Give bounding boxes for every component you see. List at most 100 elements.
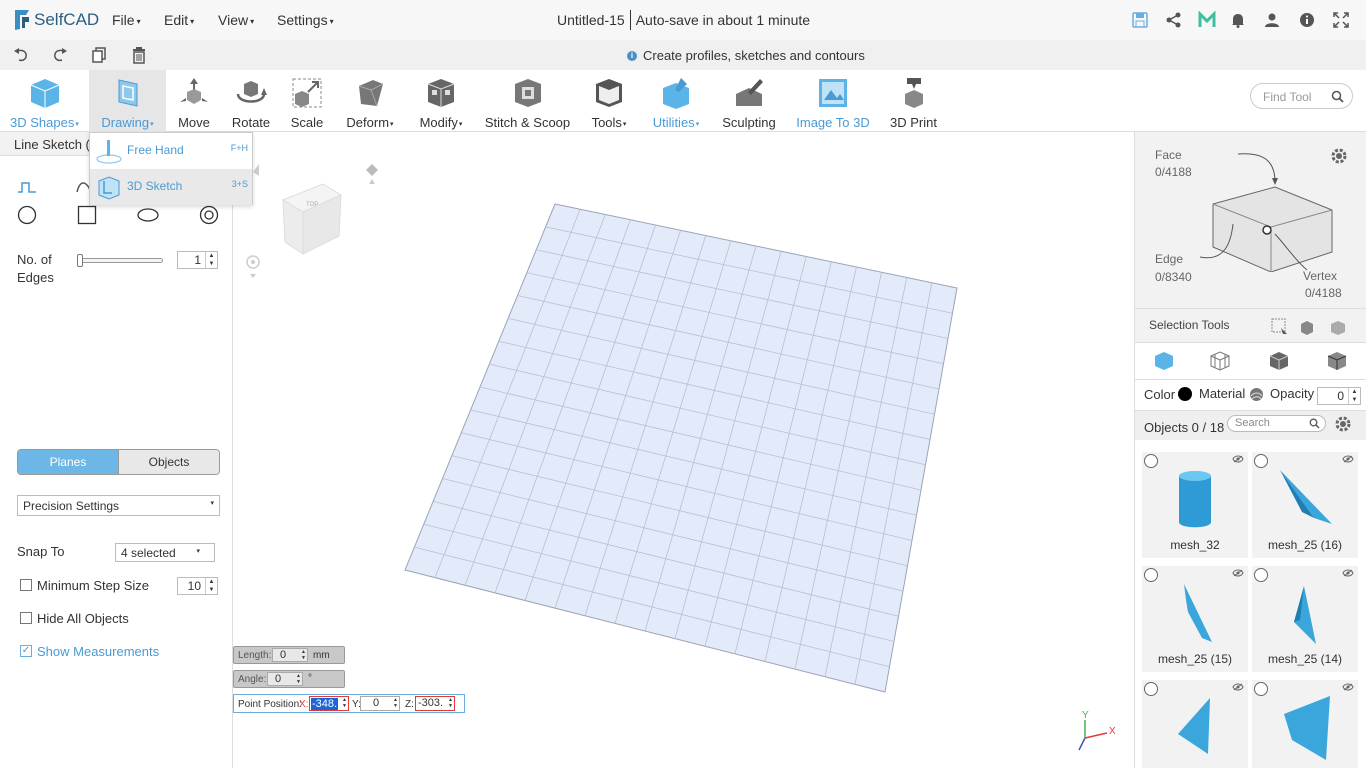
menu-item-3d-sketch[interactable]: 3D Sketch 3+S: [90, 169, 252, 205]
tool-sculpting[interactable]: Sculpting: [713, 70, 785, 132]
edges-slider[interactable]: [77, 254, 163, 267]
document-title[interactable]: Untitled-15: [557, 12, 625, 32]
help-info-icon[interactable]: [1298, 11, 1316, 29]
planes-button[interactable]: Planes: [18, 450, 118, 474]
ring-shape-icon[interactable]: [199, 205, 219, 225]
menu-view[interactable]: View ▾: [218, 12, 254, 28]
tool-rotate[interactable]: Rotate: [222, 70, 280, 132]
ellipse-shape-icon[interactable]: [137, 207, 159, 223]
tool-tools[interactable]: Tools▾: [579, 70, 639, 132]
face-label[interactable]: Face: [1155, 148, 1182, 162]
precision-settings-dropdown[interactable]: Precision Settings ▾: [17, 495, 220, 516]
hint-text: Create profiles, sketches and contours: [643, 48, 865, 63]
visibility-eye-icon[interactable]: [1342, 455, 1354, 463]
tools-icon: [596, 79, 622, 107]
min-step-stepper[interactable]: 10 ▲ ▼: [177, 577, 218, 595]
visibility-eye-icon[interactable]: [1232, 455, 1244, 463]
menu-item-free-hand[interactable]: Free Hand F+H: [90, 133, 252, 169]
selection-settings-gear-icon[interactable]: [1329, 146, 1349, 166]
edges-label-line2: Edges: [17, 270, 54, 285]
tool-utilities[interactable]: Utilities▾: [639, 70, 713, 132]
object-select-radio[interactable]: [1254, 454, 1268, 468]
sketch-grid-plane[interactable]: [404, 203, 958, 693]
wireframe-mode-icon[interactable]: [1209, 350, 1231, 372]
tool-drawing[interactable]: Drawing▾: [89, 70, 166, 132]
tool-3d-shapes[interactable]: 3D Shapes▾: [0, 70, 89, 132]
tool-modify[interactable]: Modify▾: [406, 70, 476, 132]
visibility-eye-icon[interactable]: [1342, 683, 1354, 691]
object-card[interactable]: [1252, 680, 1358, 768]
object-select-radio[interactable]: [1144, 454, 1158, 468]
find-tool-input[interactable]: Find Tool: [1250, 83, 1353, 109]
tool-scale[interactable]: Scale: [280, 70, 334, 132]
3d-viewport[interactable]: TOP Y X Length: 0 ▲ ▼ mm Angle: 0 ▲ ▼ ° …: [233, 132, 1134, 768]
menu-file[interactable]: File ▾: [112, 12, 141, 28]
length-input[interactable]: 0 ▲ ▼: [272, 648, 308, 662]
angle-input[interactable]: 0 ▲ ▼: [267, 672, 303, 686]
object-card-mesh-25-16[interactable]: mesh_25 (16): [1252, 452, 1358, 558]
hide-all-objects-checkbox[interactable]: [20, 612, 32, 624]
objects-search-input[interactable]: Search: [1227, 415, 1326, 432]
edge-label[interactable]: Edge: [1155, 252, 1183, 266]
circle-shape-icon[interactable]: [17, 205, 37, 225]
tool-move[interactable]: Move: [166, 70, 222, 132]
object-card-mesh-25-14[interactable]: mesh_25 (14): [1252, 566, 1358, 672]
edge-mode-icon[interactable]: [1326, 350, 1348, 372]
y-position-input[interactable]: 0 ▲ ▼: [360, 696, 400, 711]
view-cube[interactable]: TOP: [281, 183, 343, 255]
grid-plane-surface[interactable]: [404, 203, 958, 693]
app-logo[interactable]: SelfCAD: [12, 8, 99, 32]
edges-slider-handle[interactable]: [77, 254, 83, 267]
undo-icon[interactable]: [13, 46, 29, 64]
z-position-input[interactable]: -303. ▲ ▼: [415, 696, 455, 711]
edges-stepper[interactable]: 1 ▲ ▼: [177, 251, 218, 269]
navigate-icon[interactable]: [366, 164, 378, 184]
object-card-mesh-32[interactable]: mesh_32: [1142, 452, 1248, 558]
square-shape-icon[interactable]: [77, 205, 97, 225]
visibility-eye-icon[interactable]: [1342, 569, 1354, 577]
tool-3d-print[interactable]: 3D Print: [881, 70, 946, 132]
object-card[interactable]: [1142, 680, 1248, 768]
trash-icon[interactable]: [131, 46, 147, 64]
notifications-bell-icon[interactable]: [1229, 11, 1247, 29]
object-mode-cube-icon[interactable]: [1153, 350, 1175, 372]
opacity-stepper[interactable]: 0 ▲ ▼: [1317, 387, 1361, 405]
fullscreen-icon[interactable]: [1332, 11, 1350, 29]
menu-settings[interactable]: Settings ▾: [277, 12, 334, 28]
objects-button[interactable]: Objects: [118, 450, 219, 474]
objects-settings-gear-icon[interactable]: [1333, 414, 1353, 434]
object-select-radio[interactable]: [1254, 682, 1268, 696]
viewport-canvas[interactable]: TOP Y X: [233, 132, 1134, 768]
object-select-radio[interactable]: [1144, 682, 1158, 696]
material-sphere-icon[interactable]: [1249, 387, 1264, 402]
color-swatch[interactable]: [1178, 387, 1192, 401]
tool-stitch-scoop[interactable]: Stitch & Scoop: [476, 70, 579, 132]
left-tool-panel: Line Sketch (3 No. of Edges 1 ▲ ▼ Planes …: [0, 132, 233, 768]
select-area-icon[interactable]: [1271, 318, 1289, 336]
select-cubes-icon[interactable]: [1299, 318, 1317, 336]
visibility-eye-icon[interactable]: [1232, 569, 1244, 577]
m-brand-icon[interactable]: [1198, 11, 1216, 29]
tool-deform[interactable]: Deform▾: [334, 70, 406, 132]
snap-to-select[interactable]: 4 selected ▾: [115, 543, 215, 562]
save-icon[interactable]: [1131, 11, 1149, 29]
select-mesh-icon[interactable]: [1329, 318, 1347, 336]
orbit-target-icon[interactable]: [246, 255, 260, 278]
min-step-checkbox[interactable]: [20, 579, 32, 591]
show-measurements-checkbox[interactable]: ✓: [20, 645, 32, 657]
visibility-eye-icon[interactable]: [1232, 683, 1244, 691]
face-mode-icon[interactable]: [1268, 350, 1290, 372]
x-position-input[interactable]: -348. ▲ ▼: [309, 696, 349, 711]
redo-icon[interactable]: [52, 46, 68, 64]
object-card-mesh-25-15[interactable]: mesh_25 (15): [1142, 566, 1248, 672]
object-select-radio[interactable]: [1254, 568, 1268, 582]
user-account-icon[interactable]: [1263, 11, 1281, 29]
object-select-radio[interactable]: [1144, 568, 1158, 582]
orbit-left-icon[interactable]: [253, 164, 259, 176]
tool-image-to-3d[interactable]: Image To 3D: [785, 70, 881, 132]
square-wave-icon[interactable]: [17, 180, 37, 194]
share-icon[interactable]: [1165, 11, 1183, 29]
edge-count: 0/8340: [1155, 270, 1192, 284]
copy-icon[interactable]: [91, 46, 107, 64]
menu-edit[interactable]: Edit ▾: [164, 12, 194, 28]
